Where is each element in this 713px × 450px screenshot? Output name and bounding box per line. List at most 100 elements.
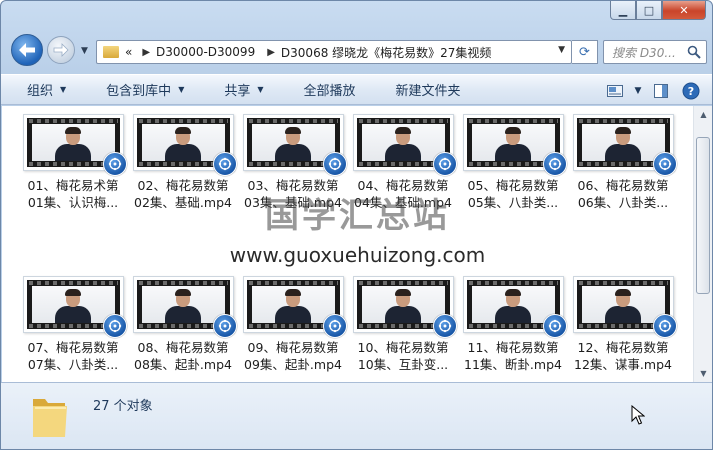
video-frame [251, 124, 335, 161]
new-folder-button[interactable]: 新建文件夹 [370, 80, 475, 99]
media-player-icon [322, 152, 347, 176]
presenter-figure [53, 127, 93, 161]
media-player-icon [322, 314, 347, 338]
media-player-icon [652, 314, 677, 338]
breadcrumb-segment-current[interactable]: D30068 缪晓龙《梅花易数》27集视频 [281, 44, 492, 61]
view-options-dropdown[interactable]: ▼ [630, 75, 646, 106]
file-item[interactable]: 09、梅花易数第 09集、起卦.mp4 [238, 276, 348, 382]
chevron-right-icon[interactable]: ▶ [267, 47, 275, 58]
video-frame [361, 286, 445, 323]
close-button[interactable]: ✕ [662, 1, 706, 20]
presenter-figure [493, 127, 533, 161]
play-all-label: 全部播放 [303, 84, 356, 99]
view-controls: ▼ ? [600, 75, 712, 106]
maximize-button[interactable]: □ [636, 1, 662, 20]
presenter-figure [273, 289, 313, 323]
file-item[interactable]: 04、梅花易数第 04集、基础.mp4 [348, 114, 458, 260]
scroll-up-button[interactable]: ▲ [694, 106, 712, 123]
chevron-right-icon[interactable]: ▶ [142, 47, 150, 58]
watermark-url: www.guoxuehuizong.com [229, 243, 486, 267]
file-item[interactable]: 01、梅花易术第 01集、认识梅... [18, 114, 128, 260]
file-item[interactable]: 06、梅花易数第 06集、八卦类... [568, 114, 678, 260]
presenter-figure [383, 127, 423, 161]
search-input[interactable]: 搜索 D30... [603, 40, 707, 64]
media-player-icon [102, 152, 127, 176]
video-thumbnail [572, 114, 677, 176]
video-thumbnail [22, 114, 127, 176]
file-item[interactable]: 08、梅花易数第 08集、起卦.mp4 [128, 276, 238, 382]
command-bar: 组织 ▼ 包含到库中 ▼ 共享 ▼ 全部播放 新建文件夹 ▼ ? [1, 74, 712, 106]
video-frame [581, 124, 665, 161]
file-item[interactable]: 02、梅花易数第 02集、基础.mp4 [128, 114, 238, 260]
file-name-line: 12集、谋事.mp4 [574, 357, 672, 372]
file-name-line: 08、梅花易数第 [137, 340, 229, 355]
folder-icon [103, 46, 119, 58]
address-overflow-chevron[interactable]: « [125, 45, 132, 59]
organize-menu[interactable]: 组织 ▼ [1, 80, 80, 99]
file-item[interactable]: 07、梅花易数第 07集、八卦类... [18, 276, 128, 382]
help-button[interactable]: ? [676, 75, 706, 106]
file-item[interactable]: 11、梅花易数第 11集、断卦.mp4 [458, 276, 568, 382]
presenter-figure [273, 127, 313, 161]
share-menu[interactable]: 共享 ▼ [198, 80, 277, 99]
navigation-bar: ▼ « ▶ D30000-D30099 ▶ D30068 缪晓龙《梅花易数》27… [1, 31, 712, 71]
recent-pages-dropdown[interactable]: ▼ [81, 46, 88, 56]
scroll-down-button[interactable]: ▼ [694, 365, 712, 382]
video-thumbnail [572, 276, 677, 338]
media-player-icon [102, 314, 127, 338]
help-icon: ? [682, 82, 700, 99]
back-arrow-icon [19, 43, 35, 57]
file-name-line: 07、梅花易数第 [27, 340, 119, 355]
address-dropdown-icon[interactable]: ▼ [558, 45, 565, 55]
search-icon [687, 45, 701, 59]
file-name: 08、梅花易数第 08集、起卦.mp4 [128, 339, 238, 373]
chevron-down-icon: ▼ [178, 85, 185, 94]
refresh-button[interactable]: ⟳ [572, 40, 598, 64]
video-thumbnail [352, 276, 457, 338]
details-pane: 27 个对象 [1, 382, 712, 449]
video-frame [31, 286, 115, 323]
video-frame [141, 286, 225, 323]
file-name-line: 09、梅花易数第 [247, 340, 339, 355]
video-frame [251, 286, 335, 323]
media-player-icon [212, 152, 237, 176]
play-all-button[interactable]: 全部播放 [278, 80, 370, 99]
file-name: 11、梅花易数第 11集、断卦.mp4 [458, 339, 568, 373]
file-item[interactable]: 10、梅花易数第 10集、互卦变... [348, 276, 458, 382]
file-name-line: 11、梅花易数第 [467, 340, 559, 355]
include-in-library-menu[interactable]: 包含到库中 ▼ [80, 80, 198, 99]
video-thumbnail [22, 276, 127, 338]
mouse-cursor-icon [631, 405, 645, 425]
video-thumbnail [132, 276, 237, 338]
video-frame [581, 286, 665, 323]
minimize-button[interactable]: ▁ [610, 1, 636, 20]
folder-icon [33, 399, 67, 437]
address-bar[interactable]: « ▶ D30000-D30099 ▶ D30068 缪晓龙《梅花易数》27集视… [96, 40, 572, 64]
file-name-line: 08集、起卦.mp4 [134, 357, 232, 372]
file-item[interactable]: 05、梅花易数第 05集、八卦类... [458, 114, 568, 260]
forward-arrow-icon [53, 43, 69, 57]
video-thumbnail [462, 276, 567, 338]
file-name: 12、梅花易数第 12集、谋事.mp4 [568, 339, 678, 373]
file-item[interactable]: 03、梅花易数第 03集、基础.mp4 [238, 114, 348, 260]
file-name-line: 11集、断卦.mp4 [464, 357, 562, 372]
new-folder-label: 新建文件夹 [395, 84, 461, 99]
media-player-icon [432, 314, 457, 338]
preview-pane-button[interactable] [646, 75, 676, 106]
include-in-library-label: 包含到库中 [106, 84, 172, 99]
video-thumbnail [352, 114, 457, 176]
presenter-figure [53, 289, 93, 323]
file-name-line: 12、梅花易数第 [577, 340, 669, 355]
file-name-line: 10、梅花易数第 [357, 340, 449, 355]
media-player-icon [542, 152, 567, 176]
refresh-icon: ⟳ [579, 44, 590, 60]
chevron-down-icon: ▼ [634, 85, 642, 96]
video-thumbnail [462, 114, 567, 176]
media-player-icon [652, 152, 677, 176]
file-item[interactable]: 12、梅花易数第 12集、谋事.mp4 [568, 276, 678, 382]
breadcrumb-segment[interactable]: D30000-D30099 [156, 45, 255, 59]
forward-button[interactable] [47, 36, 75, 64]
change-view-button[interactable] [600, 75, 630, 106]
back-button[interactable] [11, 34, 43, 66]
video-frame [31, 124, 115, 161]
